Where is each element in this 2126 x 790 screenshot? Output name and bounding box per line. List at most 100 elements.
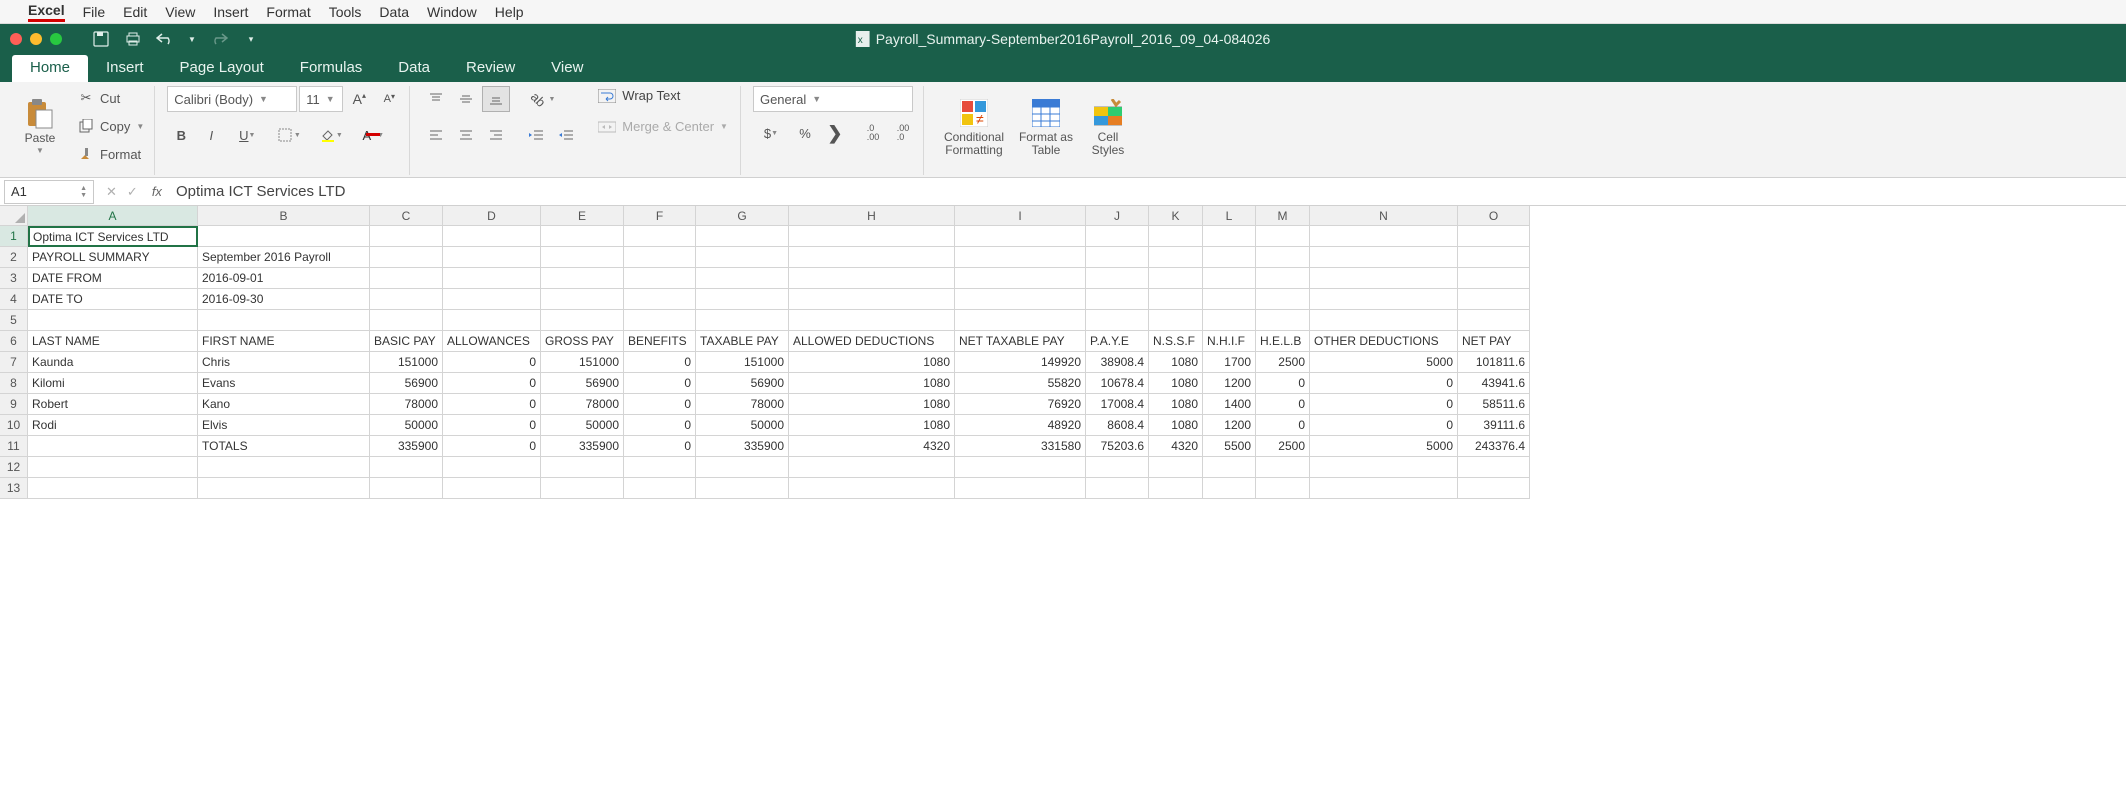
increase-indent-button[interactable]: [552, 122, 580, 148]
cell[interactable]: [541, 457, 624, 478]
cell[interactable]: [696, 268, 789, 289]
column-header[interactable]: D: [443, 206, 541, 226]
cell[interactable]: 0: [624, 394, 696, 415]
cell[interactable]: [955, 226, 1086, 247]
cell[interactable]: [1458, 226, 1530, 247]
cell[interactable]: BASIC PAY: [370, 331, 443, 352]
tab-review[interactable]: Review: [448, 55, 533, 82]
increase-decimal-button[interactable]: .0.00: [859, 120, 887, 146]
row-header[interactable]: 9: [0, 394, 28, 415]
cell[interactable]: [624, 226, 696, 247]
cell[interactable]: 335900: [370, 436, 443, 457]
cell-styles-button[interactable]: Cell Styles: [1080, 86, 1136, 168]
cell[interactable]: TOTALS: [198, 436, 370, 457]
cell[interactable]: 335900: [696, 436, 789, 457]
cell[interactable]: [1256, 268, 1310, 289]
cell[interactable]: 0: [1256, 394, 1310, 415]
cell[interactable]: [1310, 478, 1458, 499]
cell[interactable]: 0: [1310, 373, 1458, 394]
cell[interactable]: [443, 457, 541, 478]
cell[interactable]: N.H.I.F: [1203, 331, 1256, 352]
zoom-window-button[interactable]: [50, 33, 62, 45]
select-all-corner[interactable]: [0, 206, 28, 226]
fill-color-button[interactable]: ▼: [311, 122, 351, 148]
cell[interactable]: 1080: [1149, 415, 1203, 436]
cell[interactable]: [1310, 226, 1458, 247]
cell[interactable]: 0: [443, 415, 541, 436]
column-header[interactable]: I: [955, 206, 1086, 226]
cell[interactable]: P.A.Y.E: [1086, 331, 1149, 352]
row-header[interactable]: 3: [0, 268, 28, 289]
row-header[interactable]: 7: [0, 352, 28, 373]
undo-icon[interactable]: [156, 30, 174, 48]
column-header[interactable]: E: [541, 206, 624, 226]
cell[interactable]: 0: [443, 436, 541, 457]
percent-button[interactable]: %: [791, 120, 819, 146]
cell[interactable]: [370, 268, 443, 289]
cell[interactable]: [1310, 247, 1458, 268]
cell[interactable]: 335900: [541, 436, 624, 457]
redo-icon[interactable]: [210, 30, 228, 48]
cell[interactable]: [370, 457, 443, 478]
cell[interactable]: 0: [1310, 394, 1458, 415]
cell[interactable]: [624, 478, 696, 499]
cell[interactable]: [443, 478, 541, 499]
formula-input[interactable]: Optima ICT Services LTD: [170, 183, 2126, 200]
cell[interactable]: [541, 310, 624, 331]
column-header[interactable]: F: [624, 206, 696, 226]
cell[interactable]: [370, 310, 443, 331]
cell[interactable]: 0: [443, 352, 541, 373]
row-header[interactable]: 12: [0, 457, 28, 478]
undo-dropdown-icon[interactable]: ▼: [188, 30, 196, 48]
column-header[interactable]: C: [370, 206, 443, 226]
cell[interactable]: FIRST NAME: [198, 331, 370, 352]
cell[interactable]: [370, 289, 443, 310]
cell[interactable]: [624, 310, 696, 331]
cell[interactable]: 10678.4: [1086, 373, 1149, 394]
cell[interactable]: 0: [1310, 415, 1458, 436]
cell[interactable]: LAST NAME: [28, 331, 198, 352]
cell[interactable]: PAYROLL SUMMARY: [28, 247, 198, 268]
cell[interactable]: [198, 478, 370, 499]
font-name-select[interactable]: Calibri (Body)▼: [167, 86, 297, 112]
cell[interactable]: [1310, 289, 1458, 310]
cell[interactable]: ALLOWANCES: [443, 331, 541, 352]
cell[interactable]: [1310, 457, 1458, 478]
column-header[interactable]: G: [696, 206, 789, 226]
align-center-button[interactable]: [452, 122, 480, 148]
close-window-button[interactable]: [10, 33, 22, 45]
cell[interactable]: [1149, 289, 1203, 310]
cell[interactable]: [1203, 310, 1256, 331]
cell[interactable]: 0: [443, 373, 541, 394]
cell[interactable]: 151000: [696, 352, 789, 373]
cell[interactable]: [443, 310, 541, 331]
name-box[interactable]: A1▲▼: [4, 180, 94, 204]
cell[interactable]: [1256, 457, 1310, 478]
cell[interactable]: [1310, 310, 1458, 331]
cell[interactable]: 2016-09-30: [198, 289, 370, 310]
cell[interactable]: September 2016 Payroll: [198, 247, 370, 268]
cell[interactable]: [955, 289, 1086, 310]
cancel-icon[interactable]: ✕: [106, 184, 117, 200]
format-as-table-button[interactable]: Format as Table: [1018, 86, 1074, 168]
cell[interactable]: 56900: [696, 373, 789, 394]
cell[interactable]: 0: [1256, 373, 1310, 394]
menu-data[interactable]: Data: [379, 4, 409, 20]
column-header[interactable]: K: [1149, 206, 1203, 226]
cell[interactable]: H.E.L.B: [1256, 331, 1310, 352]
align-bottom-button[interactable]: [482, 86, 510, 112]
cell[interactable]: 78000: [370, 394, 443, 415]
cell[interactable]: 151000: [541, 352, 624, 373]
cell[interactable]: 78000: [541, 394, 624, 415]
cell[interactable]: [1149, 310, 1203, 331]
align-right-button[interactable]: [482, 122, 510, 148]
cell[interactable]: [624, 268, 696, 289]
row-header[interactable]: 5: [0, 310, 28, 331]
cell[interactable]: 2500: [1256, 436, 1310, 457]
decrease-indent-button[interactable]: [522, 122, 550, 148]
cell[interactable]: 1080: [1149, 394, 1203, 415]
font-size-select[interactable]: 11▼: [299, 86, 343, 112]
row-header[interactable]: 1: [0, 226, 28, 247]
cell[interactable]: [1256, 289, 1310, 310]
currency-button[interactable]: $ ▼: [753, 120, 789, 146]
